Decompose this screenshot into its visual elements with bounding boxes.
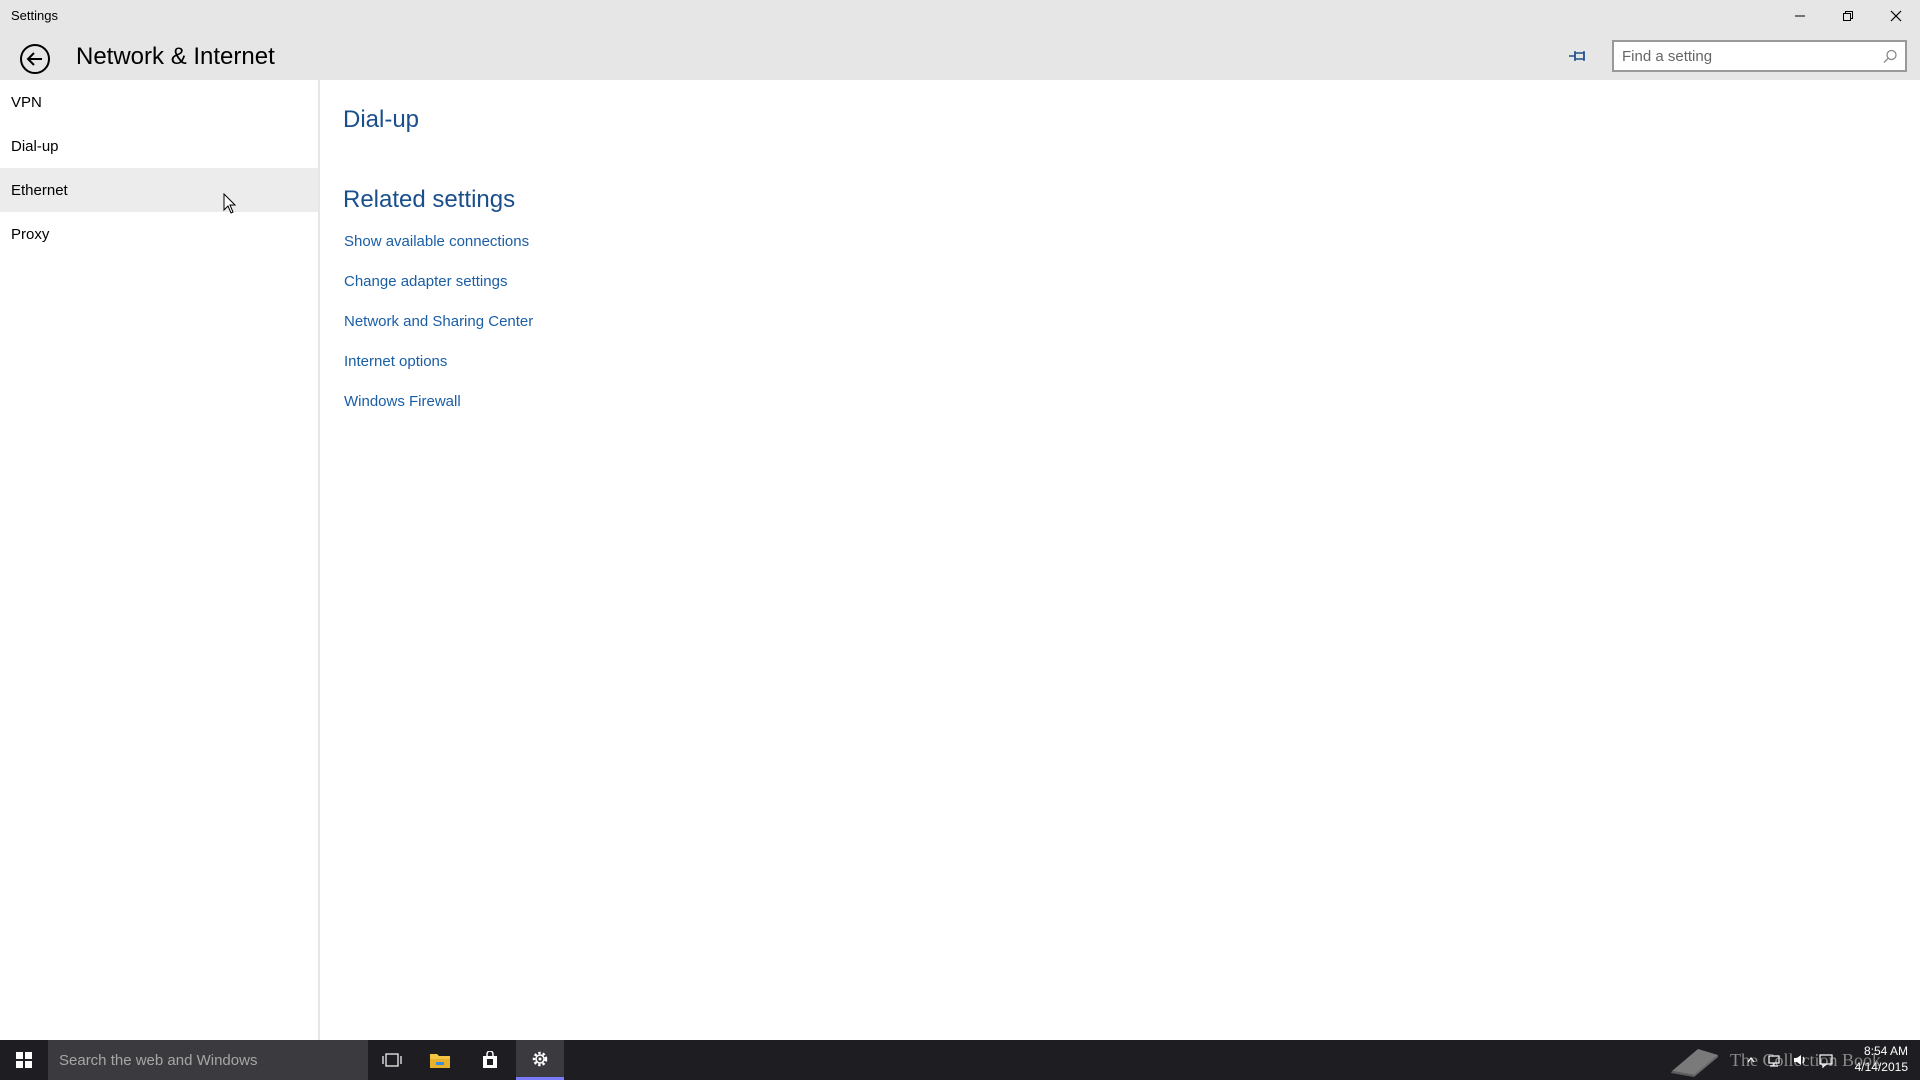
window-title: Settings (11, 8, 58, 23)
close-button[interactable] (1872, 0, 1920, 32)
sidebar-item-dial-up[interactable]: Dial-up (0, 124, 318, 168)
section-heading: Dial-up (343, 106, 420, 133)
related-settings-heading: Related settings (343, 186, 516, 213)
sidebar: VPN Dial-up Ethernet Proxy (0, 80, 320, 1040)
sidebar-item-label: Proxy (11, 225, 50, 243)
pin-to-start-button[interactable] (1562, 42, 1594, 70)
network-icon[interactable] (1766, 1052, 1782, 1068)
settings-app-button[interactable] (516, 1040, 564, 1080)
network-sharing-center-link[interactable]: Network and Sharing Center (344, 313, 533, 330)
settings-search-input[interactable] (1614, 42, 1874, 70)
volume-icon[interactable] (1792, 1052, 1808, 1068)
minimize-icon (1795, 15, 1805, 17)
close-icon (1890, 10, 1902, 22)
settings-search-box[interactable] (1612, 40, 1907, 72)
minimize-button[interactable] (1776, 0, 1824, 32)
mouse-cursor-icon (223, 193, 237, 214)
sidebar-item-label: VPN (11, 93, 42, 111)
sidebar-item-label: Dial-up (11, 137, 59, 155)
sidebar-item-vpn[interactable]: VPN (0, 80, 318, 124)
folder-icon (430, 1054, 450, 1068)
store-button[interactable] (466, 1040, 514, 1080)
gear-icon (532, 1051, 548, 1066)
title-bar: Settings Network & Internet (0, 0, 1920, 80)
system-tray (1746, 1040, 1834, 1080)
clock-time: 8:54 AM (1863, 1044, 1908, 1058)
task-view-button[interactable] (368, 1040, 416, 1080)
internet-options-link[interactable]: Internet options (344, 353, 447, 370)
taskbar-search-box[interactable]: Search the web and Windows (48, 1040, 368, 1080)
back-arrow-icon (20, 44, 50, 74)
start-button[interactable] (0, 1040, 48, 1080)
restore-button[interactable] (1824, 0, 1872, 32)
file-explorer-button[interactable] (416, 1040, 464, 1080)
windows-logo-icon (16, 1052, 32, 1068)
windows-firewall-link[interactable]: Windows Firewall (344, 393, 461, 410)
pin-icon (1569, 51, 1585, 61)
back-button[interactable] (16, 40, 54, 78)
store-bag-icon (483, 1051, 497, 1068)
restore-icon (1843, 11, 1853, 21)
sidebar-item-label: Ethernet (11, 181, 68, 199)
show-hidden-icons-icon[interactable] (1746, 1055, 1756, 1065)
action-center-icon[interactable] (1818, 1052, 1834, 1068)
task-view-icon (382, 1053, 402, 1067)
change-adapter-settings-link[interactable]: Change adapter settings (344, 273, 507, 290)
search-icon[interactable] (1881, 48, 1899, 66)
book-logo-icon (1671, 1049, 1718, 1077)
sidebar-item-proxy[interactable]: Proxy (0, 212, 318, 256)
main-content: Dial-up Related settings Show available … (322, 80, 1920, 1040)
taskbar-search-placeholder: Search the web and Windows (59, 1051, 258, 1069)
page-title: Network & Internet (76, 43, 275, 70)
clock-date: 4/14/2015 (1854, 1060, 1908, 1074)
taskbar-clock[interactable]: 8:54 AM 4/14/2015 (1848, 1043, 1908, 1075)
taskbar: Search the web and Windows The Collectio… (0, 1040, 1920, 1080)
sidebar-item-ethernet[interactable]: Ethernet (0, 168, 318, 212)
show-available-connections-link[interactable]: Show available connections (344, 233, 529, 250)
